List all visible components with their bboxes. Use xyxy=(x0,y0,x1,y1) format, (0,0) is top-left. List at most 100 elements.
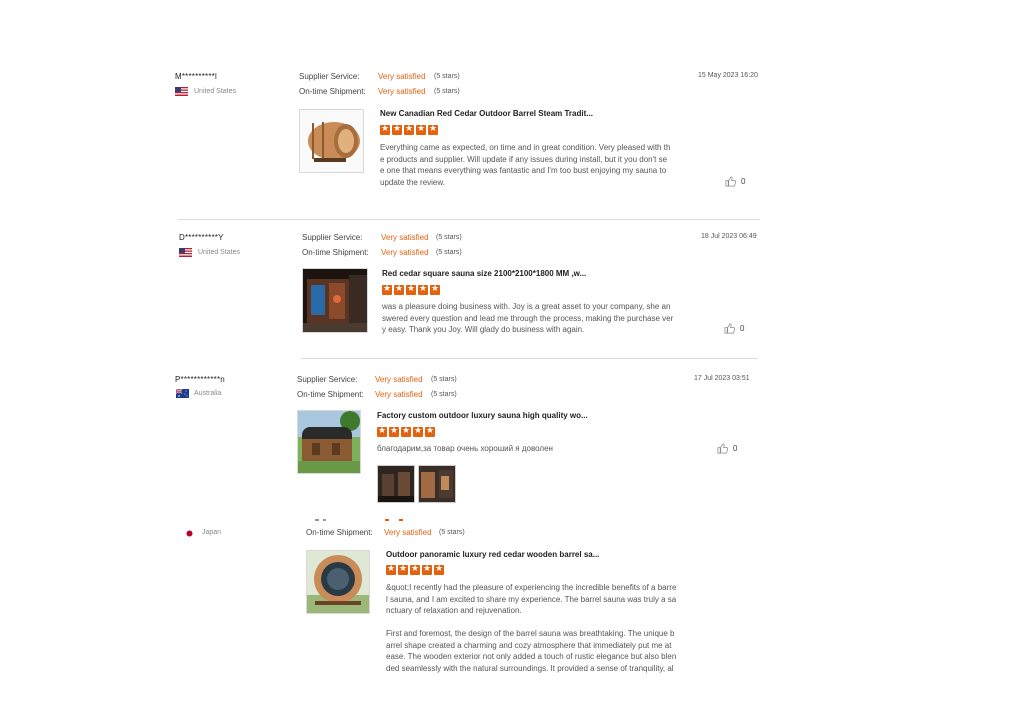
review-text: благодарим,за товар очень хороший я дово… xyxy=(377,443,553,455)
like-button[interactable]: 0 xyxy=(725,176,745,187)
supplier-service-value: Very satisfied xyxy=(378,72,426,81)
star-icon xyxy=(382,284,392,295)
product-thumbnail[interactable] xyxy=(302,268,368,333)
reviewer-country: United States xyxy=(194,88,237,95)
star-icon xyxy=(430,284,440,295)
review-text: was a pleasure doing business with. Joy … xyxy=(382,301,673,336)
au-flag-icon xyxy=(176,389,189,398)
review-text-line: update the review. xyxy=(380,177,445,187)
star-icon xyxy=(416,124,426,135)
on-time-shipment-value: Very satisfied xyxy=(381,248,429,257)
supplier-service-value: Very satisfied xyxy=(375,375,423,384)
product-title[interactable]: Red cedar square sauna size 2100*2100*18… xyxy=(382,269,586,278)
us-flag-icon xyxy=(179,248,192,257)
review-text-line: &quot;I recently had the pleasure of exp… xyxy=(386,583,677,592)
star-icon xyxy=(425,426,435,437)
reviewer-country: Australia xyxy=(194,390,222,397)
star-icon xyxy=(428,124,438,135)
review-text: Everything came as expected, on time and… xyxy=(380,142,670,188)
like-count: 0 xyxy=(741,177,746,186)
like-button[interactable]: 0 xyxy=(724,323,744,334)
star-icon xyxy=(434,564,444,575)
supplier-service-label: Supplier Service: xyxy=(297,375,358,384)
star-icon xyxy=(401,426,411,437)
clipped-text-fragment xyxy=(315,519,403,521)
reviewer-country: Japan xyxy=(202,529,222,536)
reviewer-name: P************n xyxy=(175,375,225,384)
outdoor-sauna-image xyxy=(298,411,360,473)
on-time-shipment-label: On-time Shipment: xyxy=(302,248,369,257)
review-text-line: arrel shape created a charming and cozy … xyxy=(386,640,672,650)
star-icon xyxy=(398,564,408,575)
on-time-shipment-stars: (5 stars) xyxy=(434,88,460,95)
star-icon xyxy=(410,564,420,575)
star-icon xyxy=(386,564,396,575)
review-text-line: ded seamlessly with the natural surround… xyxy=(386,663,674,673)
rating-stars xyxy=(380,124,438,135)
review-photo-image xyxy=(378,466,414,502)
review-text-line: l sauna, and I am excited to share my ex… xyxy=(386,594,677,604)
product-thumbnail[interactable] xyxy=(299,109,364,173)
review-divider xyxy=(178,219,760,220)
review-date: 17 Jul 2023 03:51 xyxy=(694,375,750,382)
thumbs-up-icon xyxy=(724,323,735,334)
star-icon xyxy=(377,426,387,437)
panoramic-barrel-sauna-image xyxy=(307,551,369,613)
star-icon xyxy=(392,124,402,135)
reviewer-name: M**********l xyxy=(175,72,217,81)
review-text-line: First and foremost, the design of the ba… xyxy=(386,629,675,638)
review-date: 18 Jul 2023 06:49 xyxy=(701,233,757,240)
star-icon xyxy=(389,426,399,437)
star-icon xyxy=(418,284,428,295)
like-button[interactable]: 0 xyxy=(717,443,737,454)
product-title[interactable]: New Canadian Red Cedar Outdoor Barrel St… xyxy=(380,109,593,118)
product-title[interactable]: Factory custom outdoor luxury sauna high… xyxy=(377,411,588,420)
product-thumbnail[interactable] xyxy=(306,550,370,614)
on-time-shipment-value: Very satisfied xyxy=(384,528,432,537)
review-photo-image xyxy=(419,466,455,502)
review-text: &quot;I recently had the pleasure of exp… xyxy=(386,582,676,674)
product-thumbnail[interactable] xyxy=(297,410,361,474)
on-time-shipment-stars: (5 stars) xyxy=(431,391,457,398)
reviewer-name: D**********Y xyxy=(179,233,224,242)
on-time-shipment-label: On-time Shipment: xyxy=(306,528,373,537)
review-text-line: y easy. Thank you Joy. Will glady do bus… xyxy=(382,325,585,334)
on-time-shipment-label: On-time Shipment: xyxy=(297,390,364,399)
review-text-line: swered every question and lead me throug… xyxy=(382,313,674,323)
review-text-line: ease. The wooden exterior not only added… xyxy=(386,652,677,661)
square-sauna-image xyxy=(303,269,367,332)
jp-flag-icon xyxy=(186,530,193,537)
on-time-shipment-stars: (5 stars) xyxy=(436,249,462,256)
review-date: 15 May 2023 16:20 xyxy=(698,72,758,79)
supplier-service-label: Supplier Service: xyxy=(299,72,360,81)
supplier-service-stars: (5 stars) xyxy=(434,73,460,80)
product-title[interactable]: Outdoor panoramic luxury red cedar woode… xyxy=(386,550,599,559)
star-icon xyxy=(380,124,390,135)
thumbs-up-icon xyxy=(717,443,728,454)
star-icon xyxy=(404,124,414,135)
thumbs-up-icon xyxy=(725,176,736,187)
supplier-service-value: Very satisfied xyxy=(381,233,429,242)
on-time-shipment-label: On-time Shipment: xyxy=(299,87,366,96)
review-text-line xyxy=(386,617,676,629)
star-icon xyxy=(406,284,416,295)
review-text-line: Everything came as expected, on time and… xyxy=(380,143,671,152)
like-count: 0 xyxy=(740,324,745,333)
reviewer-country: United States xyxy=(198,249,241,256)
review-text-line: e one that means everything was fantasti… xyxy=(380,166,667,175)
supplier-service-stars: (5 stars) xyxy=(431,376,457,383)
on-time-shipment-stars: (5 stars) xyxy=(439,529,465,536)
review-divider xyxy=(301,358,758,359)
on-time-shipment-value: Very satisfied xyxy=(378,87,426,96)
star-icon xyxy=(422,564,432,575)
review-text-line: was a pleasure doing business with. Joy … xyxy=(382,302,671,311)
review-photo[interactable] xyxy=(418,465,456,503)
review-photo[interactable] xyxy=(377,465,415,503)
like-count: 0 xyxy=(733,444,738,453)
supplier-service-stars: (5 stars) xyxy=(436,234,462,241)
rating-stars xyxy=(382,284,440,295)
star-icon xyxy=(413,426,423,437)
us-flag-icon xyxy=(175,87,188,96)
rating-stars xyxy=(386,564,444,575)
rating-stars xyxy=(377,426,435,437)
